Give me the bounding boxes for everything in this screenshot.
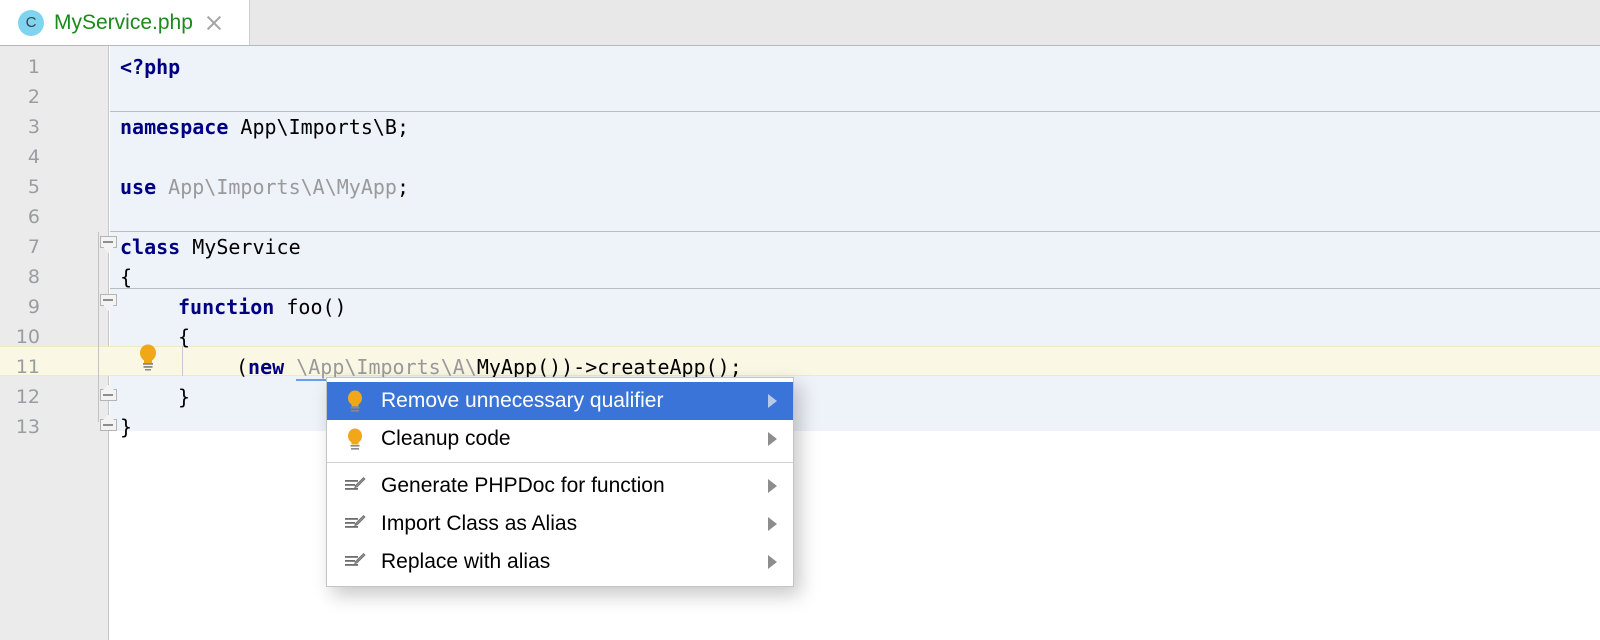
code-token: ())->createApp();	[537, 355, 742, 379]
fold-collapse-icon[interactable]	[100, 236, 117, 253]
submenu-chevron-right-icon	[768, 555, 777, 569]
code-token: namespace	[120, 115, 229, 139]
context-menu-item-label: Import Class as Alias	[381, 512, 578, 535]
code-token: use	[120, 175, 157, 199]
fold-end-icon[interactable]	[100, 414, 117, 431]
code-token: (	[236, 355, 249, 379]
code-token: foo()	[274, 295, 347, 319]
code-line-text: {	[120, 262, 132, 292]
code-line-row: 10 {	[0, 322, 1600, 352]
code-line-row: 1 <?php	[0, 52, 1600, 82]
tab-filename-label: MyService.php	[54, 10, 193, 34]
line-number: 6	[27, 206, 40, 228]
code-token: }	[178, 385, 191, 409]
code-token: ;	[396, 175, 409, 199]
code-line-row: 9 function foo()	[0, 292, 1600, 322]
lightbulb-icon	[343, 389, 367, 413]
code-line-row: 8{	[0, 262, 1600, 292]
context-menu-item-label: Replace with alias	[381, 550, 551, 573]
code-line-text: }	[120, 412, 132, 442]
code-line-row: 7 class MyService	[0, 232, 1600, 262]
code-token: <?php	[120, 55, 181, 79]
code-line-text: {	[178, 322, 190, 352]
edit-pencil-icon	[343, 512, 367, 536]
context-menu-separator	[327, 462, 793, 463]
ide-window: C MyService.php 1 <?php 2 3 namespace App\Im…	[0, 0, 1600, 640]
tab-bar-empty-area	[251, 0, 1600, 45]
context-menu-item-label: Remove unnecessary qualifier	[381, 389, 664, 412]
code-token: App\Imports\A\MyApp	[156, 175, 397, 199]
code-line-text: namespace App\Imports\B;	[120, 112, 409, 142]
submenu-chevron-right-icon	[768, 479, 777, 493]
fold-end-icon[interactable]	[100, 384, 117, 401]
code-line-row: 5 use App\Imports\A\MyApp;	[0, 172, 1600, 202]
context-menu-item-label: Generate PHPDoc for function	[381, 474, 665, 497]
context-menu-item-list: Remove unnecessary qualifier Cleanup code…	[327, 382, 793, 581]
line-number: 7	[27, 236, 40, 258]
php-class-icon-letter: C	[25, 14, 37, 31]
code-line-text: function foo()	[178, 292, 347, 322]
editor-tab-bar: C MyService.php	[0, 0, 1600, 46]
code-line-row: 3 namespace App\Imports\B;	[0, 112, 1600, 142]
line-number: 10	[15, 326, 40, 348]
code-token: new	[248, 355, 285, 379]
lightbulb-icon	[343, 427, 367, 451]
context-menu-item[interactable]: Remove unnecessary qualifier	[327, 382, 793, 420]
line-number: 8	[27, 266, 40, 288]
code-line-row: 11 (new \App\Imports\A\MyApp())->createAp…	[0, 352, 1600, 382]
submenu-chevron-right-icon	[768, 432, 777, 446]
context-menu-item[interactable]: Cleanup code	[327, 420, 793, 458]
code-token: }	[120, 415, 133, 439]
line-number: 12	[15, 386, 40, 408]
code-editor[interactable]: 1 <?php 2 3 namespace App\Imports\B; 4 5 use Ap…	[0, 46, 1600, 640]
code-token: class	[120, 235, 181, 259]
code-token: App\Imports\B;	[228, 115, 409, 139]
line-number: 5	[27, 176, 40, 198]
line-number: 13	[15, 416, 40, 438]
code-line-text: class MyService	[120, 232, 301, 262]
code-token: {	[178, 325, 191, 349]
context-menu-item[interactable]: Import Class as Alias	[327, 505, 793, 543]
fold-collapse-icon[interactable]	[100, 294, 117, 311]
line-number: 3	[27, 116, 40, 138]
close-icon[interactable]	[205, 14, 223, 32]
submenu-chevron-right-icon	[768, 517, 777, 531]
php-class-icon: C	[18, 9, 44, 36]
editor-tab-myservice-php[interactable]: C MyService.php	[0, 0, 250, 45]
code-token: MyService	[180, 235, 301, 259]
code-line-text: }	[178, 382, 190, 412]
line-number: 9	[27, 296, 40, 318]
code-line-row: 4	[0, 142, 1600, 172]
code-line-text: <?php	[120, 52, 180, 82]
context-menu-item[interactable]: Replace with alias	[327, 543, 793, 581]
line-number: 2	[27, 86, 40, 108]
code-line-text: use App\Imports\A\MyApp;	[120, 172, 409, 202]
code-line-row: 13}	[0, 412, 1600, 442]
line-number: 4	[27, 146, 40, 168]
intention-actions-context-menu[interactable]: Remove unnecessary qualifier Cleanup code…	[326, 377, 794, 587]
menu-bottom-padding	[327, 581, 793, 586]
code-line-row: 2	[0, 82, 1600, 112]
line-number: 1	[27, 56, 40, 78]
code-token: {	[120, 265, 133, 289]
intention-lightbulb-icon[interactable]	[136, 343, 160, 371]
code-line-row: 12}	[0, 382, 1600, 412]
line-number: 11	[15, 356, 40, 378]
code-line-row: 6	[0, 202, 1600, 232]
submenu-chevron-right-icon	[768, 394, 777, 408]
edit-pencil-icon	[343, 550, 367, 574]
context-menu-item[interactable]: Generate PHPDoc for function	[327, 467, 793, 505]
code-token: function	[178, 295, 275, 319]
context-menu-item-label: Cleanup code	[381, 427, 511, 450]
edit-pencil-icon	[343, 474, 367, 498]
